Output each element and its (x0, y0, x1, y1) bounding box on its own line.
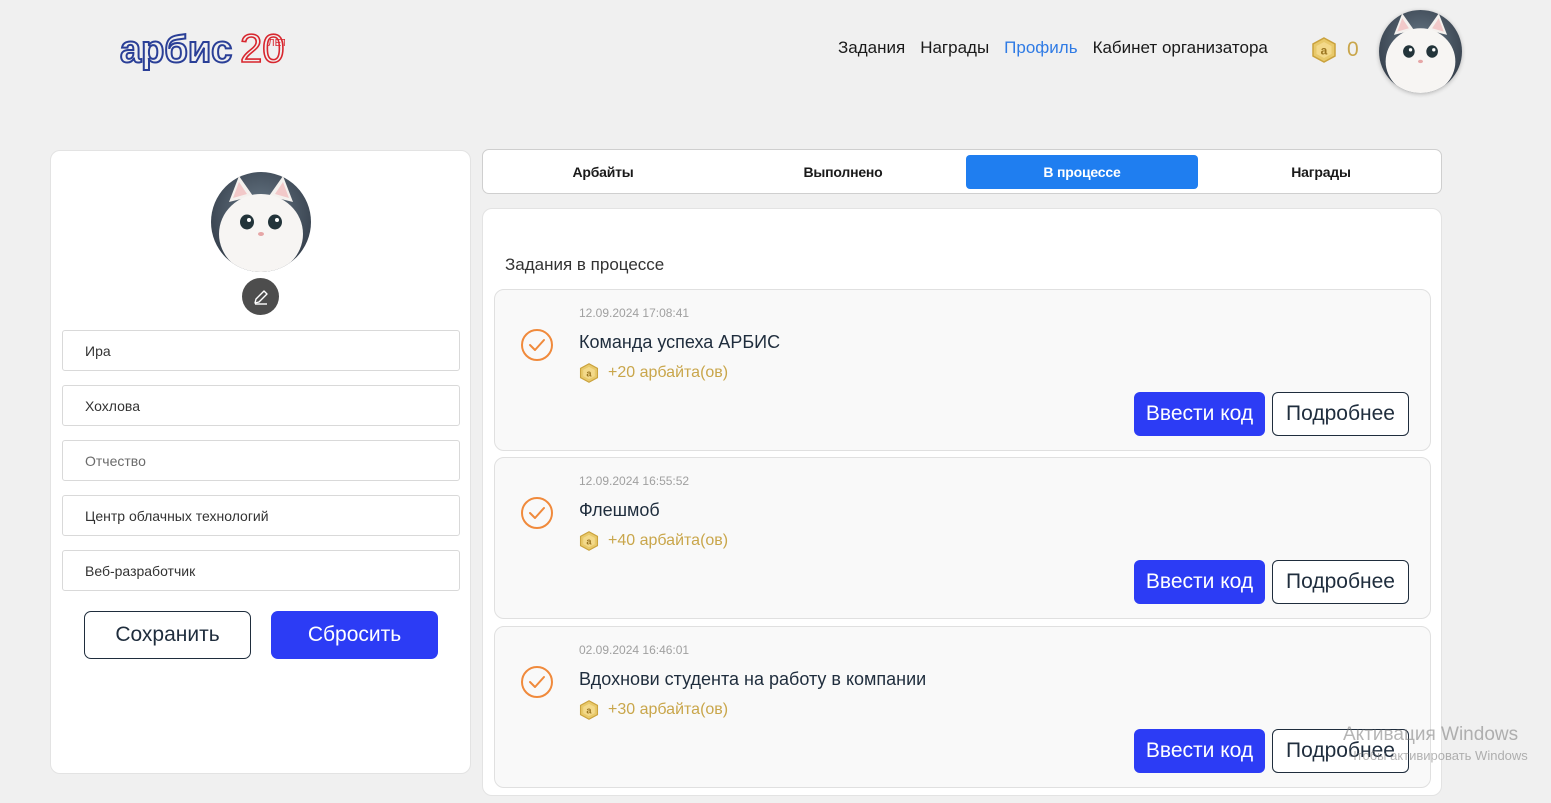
task-date: 12.09.2024 16:55:52 (579, 474, 690, 488)
logo-years-suffix: ЛЕТ (268, 38, 285, 49)
profile-tabs: Арбайты Выполнено В процессе Награды (482, 149, 1442, 194)
arbait-coin-icon: a (579, 363, 599, 383)
tab-arbaits[interactable]: Арбайты (487, 155, 719, 189)
svg-text:a: a (586, 368, 592, 378)
edit-avatar-button[interactable] (242, 278, 279, 315)
task-date: 02.09.2024 16:46:01 (579, 643, 690, 657)
svg-text:a: a (586, 536, 592, 546)
profile-card: Ира Хохлова Отчество Центр облачных техн… (50, 150, 471, 774)
arbis-logo[interactable]: арбис 20 ЛЕТ (119, 22, 287, 72)
coin-count: 0 (1347, 38, 1359, 61)
profile-avatar (211, 172, 311, 272)
check-circle-icon (521, 666, 553, 698)
nav-organizer-cabinet[interactable]: Кабинет организатора (1093, 38, 1268, 58)
nav-tasks[interactable]: Задания (838, 38, 905, 58)
middle-name-field[interactable]: Отчество (62, 440, 460, 481)
check-circle-icon (521, 497, 553, 529)
task-reward-text: +40 арбайта(ов) (608, 532, 729, 549)
task-card: 12.09.2024 17:08:41 Команда успеха АРБИС… (494, 289, 1431, 451)
nav-profile[interactable]: Профиль (1004, 38, 1077, 58)
reset-button[interactable]: Сбросить (271, 611, 438, 659)
details-button[interactable]: Подробнее (1272, 560, 1409, 604)
tab-completed[interactable]: Выполнено (727, 155, 959, 189)
svg-text:a: a (1321, 44, 1328, 58)
task-reward: a +20 арбайта(ов) (579, 363, 728, 383)
enter-code-button[interactable]: Ввести код (1134, 392, 1265, 436)
task-title: Вдохнови студента на работу в компании (579, 669, 927, 689)
tab-in-progress[interactable]: В процессе (966, 155, 1198, 189)
details-button[interactable]: Подробнее (1272, 392, 1409, 436)
coin-balance: a 0 (1311, 37, 1359, 63)
logo-years: 20 (240, 27, 285, 71)
save-button[interactable]: Сохранить (84, 611, 251, 659)
arbait-coin-icon: a (579, 700, 599, 720)
task-reward-text: +30 арбайта(ов) (608, 701, 729, 718)
check-circle-icon (521, 329, 553, 361)
enter-code-button[interactable]: Ввести код (1134, 729, 1265, 773)
user-avatar[interactable] (1379, 10, 1462, 93)
details-button[interactable]: Подробнее (1272, 729, 1409, 773)
arbait-coin-icon: a (579, 531, 599, 551)
main-nav: Задания Награды Профиль Кабинет организа… (838, 38, 1268, 58)
nav-rewards[interactable]: Награды (920, 38, 989, 58)
enter-code-button[interactable]: Ввести код (1134, 560, 1265, 604)
tab-rewards[interactable]: Награды (1205, 155, 1437, 189)
section-title: Задания в процессе (505, 255, 665, 274)
arbait-coin-icon: a (1312, 37, 1336, 63)
task-card: 02.09.2024 16:46:01 Вдохнови студента на… (494, 626, 1431, 788)
last-name-field[interactable]: Хохлова (62, 385, 460, 426)
task-reward: a +40 арбайта(ов) (579, 531, 728, 551)
position-field[interactable]: Веб-разработчик (62, 550, 460, 591)
task-title: Команда успеха АРБИС (579, 332, 781, 352)
department-field[interactable]: Центр облачных технологий (62, 495, 460, 536)
svg-text:a: a (586, 705, 592, 715)
task-reward: a +30 арбайта(ов) (579, 700, 728, 720)
task-date: 12.09.2024 17:08:41 (579, 306, 690, 320)
task-card: 12.09.2024 16:55:52 Флешмоб a +40 арбайт… (494, 457, 1431, 619)
pencil-icon (253, 289, 268, 305)
first-name-field[interactable]: Ира (62, 330, 460, 371)
task-reward-text: +20 арбайта(ов) (608, 364, 729, 381)
tasks-panel: Задания в процессе 12.09.2024 17:08:41 К… (482, 208, 1442, 796)
task-title: Флешмоб (579, 500, 660, 520)
logo-text: арбис (120, 29, 232, 71)
